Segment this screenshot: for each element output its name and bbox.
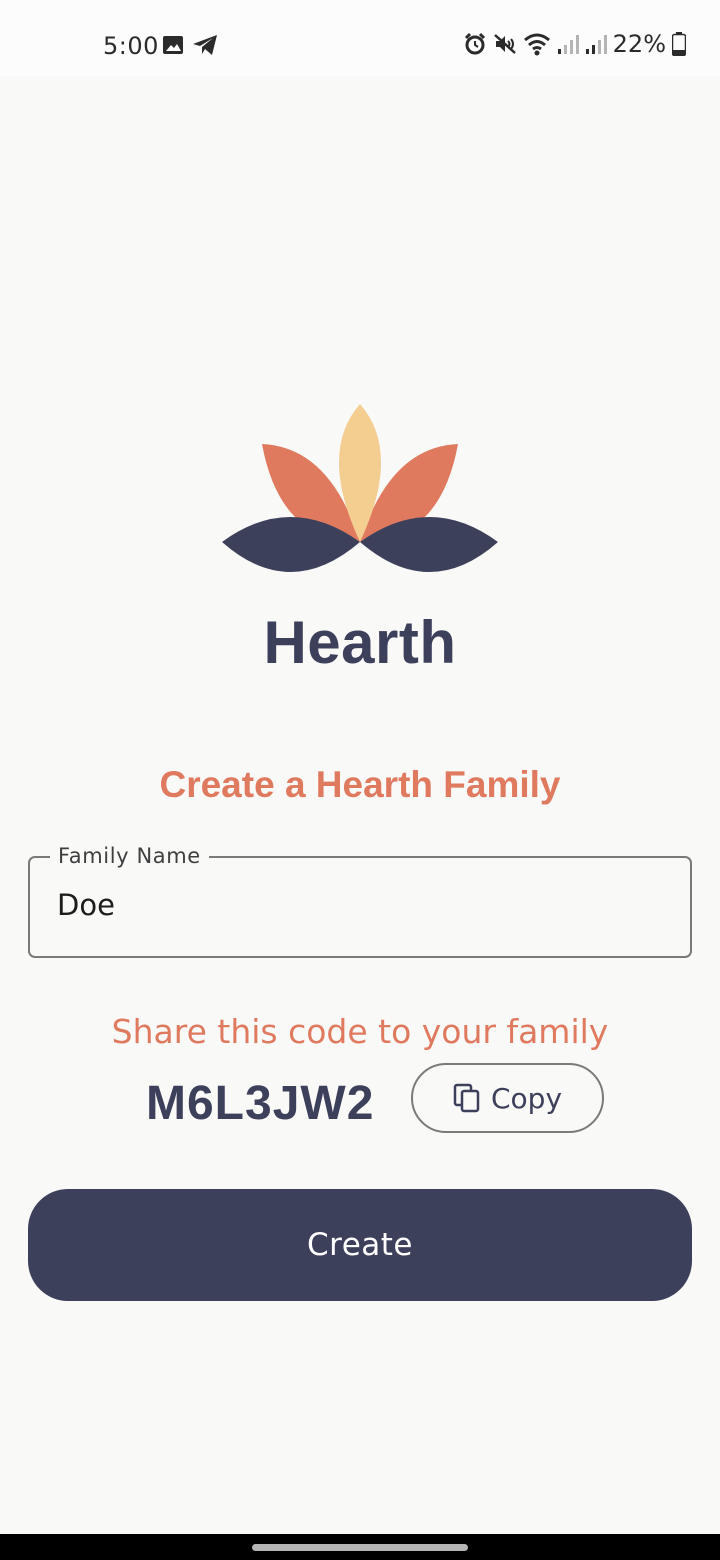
status-right-icons: 22% bbox=[463, 30, 686, 58]
family-name-label: Family Name bbox=[50, 844, 209, 868]
battery-percent: 22% bbox=[612, 30, 666, 58]
battery-icon bbox=[672, 32, 686, 56]
wifi-icon bbox=[523, 33, 550, 56]
family-name-input[interactable] bbox=[57, 888, 657, 922]
hearth-logo-icon bbox=[222, 404, 498, 572]
copy-icon bbox=[453, 1083, 480, 1113]
telegram-icon bbox=[193, 35, 217, 55]
page-heading: Create a Hearth Family bbox=[159, 764, 561, 805]
create-button-label: Create bbox=[306, 1227, 413, 1263]
copy-button-label: Copy bbox=[490, 1081, 563, 1115]
create-button[interactable]: Create bbox=[28, 1189, 692, 1301]
family-name-field[interactable]: Family Name bbox=[28, 844, 692, 958]
navigation-bar bbox=[0, 1534, 720, 1560]
home-handle[interactable] bbox=[252, 1544, 468, 1551]
brand-name: Hearth bbox=[263, 609, 457, 676]
signal-icon bbox=[557, 35, 579, 54]
share-code-text: Share this code to your family bbox=[111, 1012, 609, 1051]
status-left-icons bbox=[162, 34, 218, 56]
status-bar: 5:00 22% bbox=[0, 0, 720, 76]
family-code: M6L3JW2 bbox=[146, 1077, 375, 1130]
image-icon bbox=[163, 36, 183, 54]
copy-button[interactable]: Copy bbox=[411, 1063, 604, 1133]
alarm-icon bbox=[464, 32, 485, 55]
mute-icon bbox=[493, 34, 516, 54]
status-time: 5:00 bbox=[103, 32, 159, 60]
signal-icon bbox=[585, 35, 607, 54]
